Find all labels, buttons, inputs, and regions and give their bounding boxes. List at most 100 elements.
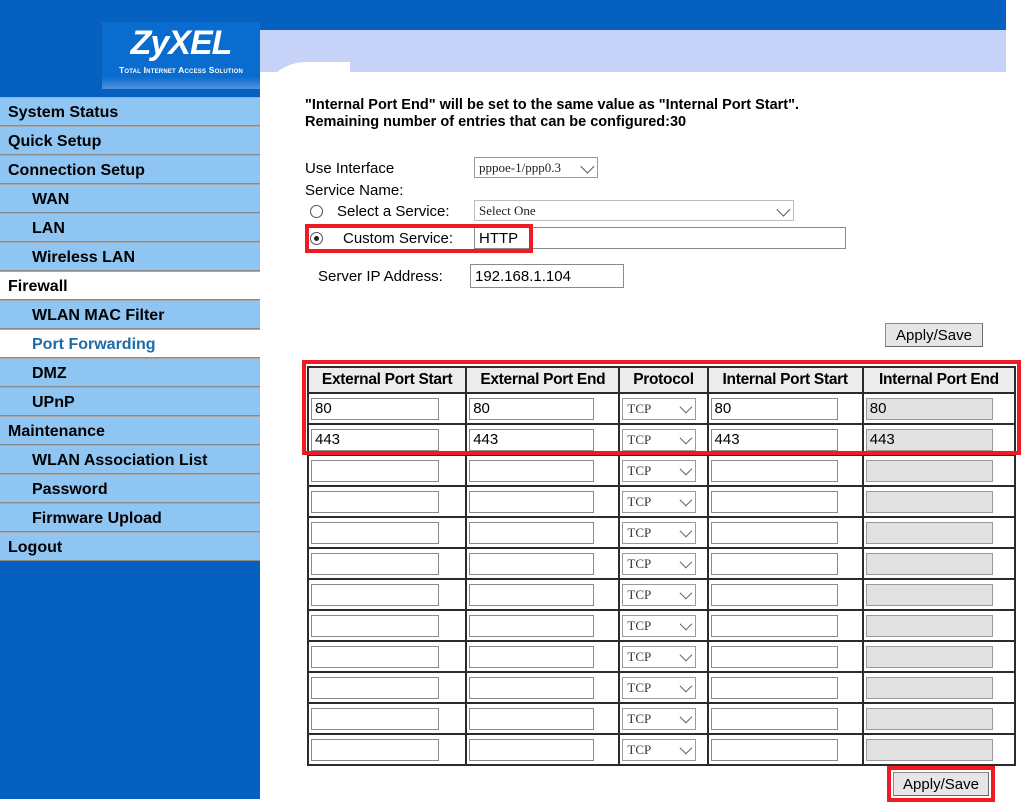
ext-start-input[interactable]	[311, 707, 439, 730]
ext-start-input[interactable]	[311, 552, 439, 575]
protocol-select[interactable]: TCP	[622, 707, 697, 730]
protocol-select[interactable]: TCP	[622, 459, 697, 482]
int-start-input[interactable]	[710, 645, 838, 668]
select-a-service-radio[interactable]	[310, 205, 323, 218]
table-body: 80 80 TCP 80 80 443 443 TCP 443 443 TCP TCP TCP TCP TC…	[306, 392, 1017, 766]
notice-line-2: Remaining number of entries that can be …	[305, 114, 687, 130]
table-cell-ext-start	[306, 671, 468, 704]
select-a-service-value: Select One	[479, 203, 536, 218]
ext-start-input[interactable]: 443	[311, 428, 439, 451]
custom-service-input[interactable]: HTTP	[474, 227, 846, 249]
custom-service-radio[interactable]	[310, 232, 323, 245]
sidebar-item-firmware-upload[interactable]: Firmware Upload	[0, 503, 260, 532]
sidebar-item-wan[interactable]: WAN	[0, 184, 260, 213]
ext-end-input[interactable]	[469, 490, 595, 513]
ext-end-value: 443	[473, 431, 499, 448]
use-interface-label: Use Interface	[305, 160, 395, 177]
int-start-input[interactable]	[710, 676, 838, 699]
ext-end-input[interactable]	[469, 583, 595, 606]
ext-start-input[interactable]	[311, 521, 439, 544]
sidebar-item-wlan-association-list[interactable]: WLAN Association List	[0, 445, 260, 474]
table-row: TCP	[306, 671, 1017, 704]
ext-start-input[interactable]: 80	[311, 397, 439, 420]
ext-start-input[interactable]	[311, 459, 439, 482]
ext-start-input[interactable]	[311, 738, 439, 761]
chevron-down-icon	[679, 648, 693, 661]
protocol-select[interactable]: TCP	[622, 428, 697, 451]
int-start-input[interactable]	[710, 738, 838, 761]
protocol-select[interactable]: TCP	[622, 645, 697, 668]
protocol-value: TCP	[627, 462, 652, 478]
sidebar-item-wireless-lan[interactable]: Wireless LAN	[0, 242, 260, 271]
protocol-select[interactable]: TCP	[622, 676, 697, 699]
protocol-select[interactable]: TCP	[622, 397, 697, 420]
int-end-input: 80	[865, 397, 993, 420]
brand-logo-tagline: Total Internet Access Solution	[118, 65, 244, 75]
sidebar-item-connection-setup[interactable]: Connection Setup	[0, 155, 260, 184]
ext-start-input[interactable]	[311, 490, 439, 513]
int-start-input[interactable]	[710, 614, 838, 637]
int-start-input[interactable]	[710, 521, 838, 544]
table-cell-ext-end	[465, 485, 621, 518]
use-interface-select[interactable]: pppoe-1/ppp0.3	[474, 157, 598, 178]
table-cell-int-start	[706, 609, 864, 642]
sidebar-item-label: Port Forwarding	[32, 336, 156, 353]
sidebar-item-maintenance[interactable]: Maintenance	[0, 416, 260, 445]
int-start-input[interactable]: 80	[710, 397, 838, 420]
int-start-input[interactable]	[710, 459, 838, 482]
protocol-select[interactable]: TCP	[622, 490, 697, 513]
table-cell-int-end	[861, 454, 1017, 487]
apply-save-button-bottom[interactable]: Apply/Save	[893, 772, 989, 796]
ext-start-input[interactable]	[311, 676, 439, 699]
table-cell-ext-end	[465, 702, 621, 735]
ext-start-input[interactable]	[311, 583, 439, 606]
sidebar-item-port-forwarding[interactable]: Port Forwarding	[0, 329, 260, 358]
ext-end-value: 80	[473, 400, 490, 417]
sidebar-item-label: WAN	[32, 191, 70, 208]
ext-start-input[interactable]	[311, 645, 439, 668]
sidebar-item-upnp[interactable]: UPnP	[0, 387, 260, 416]
ext-end-input[interactable]: 80	[469, 397, 595, 420]
ext-end-input[interactable]	[469, 645, 595, 668]
server-ip-input[interactable]: 192.168.1.104	[470, 264, 624, 288]
ext-end-input[interactable]	[469, 676, 595, 699]
int-end-input: 443	[865, 428, 993, 451]
int-start-input[interactable]	[710, 552, 838, 575]
sidebar-item-system-status[interactable]: System Status	[0, 97, 260, 126]
sidebar-item-password[interactable]: Password	[0, 474, 260, 503]
sidebar-item-wlan-mac-filter[interactable]: WLAN MAC Filter	[0, 300, 260, 329]
sidebar-item-quick-setup[interactable]: Quick Setup	[0, 126, 260, 155]
protocol-select[interactable]: TCP	[622, 521, 697, 544]
ext-end-input[interactable]	[469, 521, 595, 544]
ext-end-input[interactable]	[469, 552, 595, 575]
custom-service-label: Custom Service:	[343, 230, 454, 247]
int-start-input[interactable]	[710, 490, 838, 513]
brand-logo-text: ZyXEL	[130, 24, 233, 62]
table-cell-ext-end	[465, 609, 621, 642]
sidebar-item-dmz[interactable]: DMZ	[0, 358, 260, 387]
ext-end-input[interactable]	[469, 738, 595, 761]
apply-save-button-top[interactable]: Apply/Save	[885, 323, 983, 347]
protocol-select[interactable]: TCP	[622, 614, 697, 637]
protocol-select[interactable]: TCP	[622, 552, 697, 575]
sidebar-item-firewall[interactable]: Firewall	[0, 271, 260, 300]
ext-end-input[interactable]: 443	[469, 428, 595, 451]
protocol-select[interactable]: TCP	[622, 583, 697, 606]
ext-end-input[interactable]	[469, 459, 595, 482]
select-a-service-dropdown[interactable]: Select One	[474, 200, 794, 221]
int-start-input[interactable]: 443	[710, 428, 838, 451]
int-start-input[interactable]	[710, 707, 838, 730]
protocol-select[interactable]: TCP	[622, 738, 697, 761]
ext-end-input[interactable]	[469, 614, 595, 637]
ext-end-input[interactable]	[469, 707, 595, 730]
int-start-input[interactable]	[710, 583, 838, 606]
table-cell-ext-start	[306, 733, 468, 766]
sidebar-item-lan[interactable]: LAN	[0, 213, 260, 242]
sidebar-item-logout[interactable]: Logout	[0, 532, 260, 561]
table-cell-int-end	[861, 671, 1017, 704]
ext-start-input[interactable]	[311, 614, 439, 637]
table-cell-int-end	[861, 485, 1017, 518]
table-row: TCP	[306, 609, 1017, 642]
table-cell-protocol: TCP	[618, 423, 709, 456]
sidebar: System Status Quick Setup Connection Setup…	[0, 97, 260, 799]
